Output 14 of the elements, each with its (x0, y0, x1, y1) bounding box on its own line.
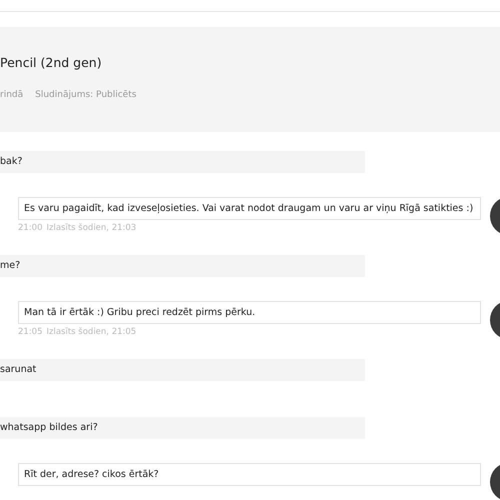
read-status: Izlasīts šodien, 21:05 (46, 327, 136, 338)
message-time: 21:00 (18, 223, 42, 234)
message-bubble: sarunat (0, 359, 365, 381)
message-time: 21:05 (18, 327, 42, 338)
listing-meta: rindā (0, 90, 24, 100)
message-bubble: Es varu pagaidīt, kad izveseļosieties. Vai varat nodot draugam un varu ar viņu Rīgā satikties :) (18, 197, 481, 220)
read-status: Izlasīts šodien, 21:03 (46, 223, 136, 234)
message-bubble: whatsapp bildes ari? (0, 417, 365, 439)
message-bubble: Rīt der, adrese? cikos ērtāk? (18, 463, 481, 486)
listing-meta: Sludinājums: Publicēts (35, 90, 136, 100)
message-bubble: me? (0, 255, 365, 277)
message-bubble: Man tā ir ērtāk :) Gribu preci redzēt pirms pērku. (18, 301, 481, 324)
listing-title: Pencil (2nd gen) (0, 54, 103, 72)
message-bubble: bak? (0, 151, 365, 173)
